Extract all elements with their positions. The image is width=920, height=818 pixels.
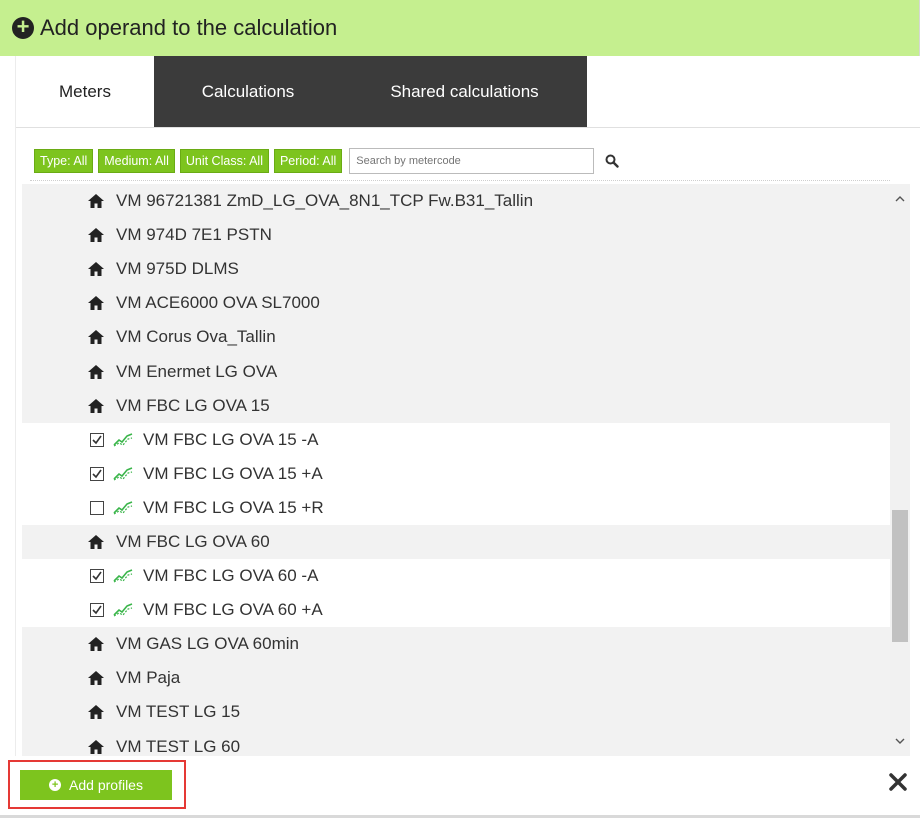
filter-bar: Type: All Medium: All Unit Class: All Pe… [34, 148, 620, 174]
profile-row[interactable]: VM FBC LG OVA 15 -A [22, 422, 890, 457]
meter-row[interactable]: VM GAS LG OVA 60min [22, 627, 890, 662]
meter-row[interactable]: VM FBC LG OVA 60 [22, 524, 890, 560]
meter-list: VM 96721381 ZmD_LG_OVA_8N1_TCP Fw.B31_Ta… [22, 184, 890, 756]
filter-type-button[interactable]: Type: All [34, 149, 94, 173]
scroll-up-icon[interactable] [890, 190, 910, 208]
meter-label: VM FBC LG OVA 60 [116, 531, 270, 551]
meter-label: VM Corus Ova_Tallin [116, 327, 276, 347]
home-icon [88, 296, 104, 311]
home-icon [88, 228, 104, 243]
profile-checkbox[interactable] [90, 569, 104, 584]
tab-divider [16, 127, 920, 128]
scroll-down-icon[interactable] [890, 732, 910, 750]
meter-label: VM Enermet LG OVA [116, 361, 278, 381]
meter-row[interactable]: VM Paja [22, 661, 890, 696]
add-operand-dialog: + Add operand to the calculation Meters … [0, 0, 920, 818]
trend-chart-icon [113, 501, 133, 515]
tab-bar: Meters Calculations Shared calculations [16, 56, 587, 127]
plus-circle-icon: + [49, 779, 62, 791]
tab-calculations[interactable]: Calculations [154, 56, 342, 127]
home-icon [88, 194, 104, 209]
meter-label: VM 974D 7E1 PSTN [116, 225, 272, 245]
meter-label: VM GAS LG OVA 60min [116, 634, 299, 654]
profile-label: VM FBC LG OVA 15 +R [143, 497, 324, 517]
tab-meters[interactable]: Meters [16, 56, 154, 127]
filter-medium-button[interactable]: Medium: All [98, 149, 175, 173]
close-icon[interactable] [886, 770, 910, 794]
home-icon [88, 534, 104, 549]
meter-row[interactable]: VM FBC LG OVA 15 [22, 388, 890, 423]
profile-label: VM FBC LG OVA 15 -A [143, 429, 319, 449]
profile-checkbox[interactable] [90, 603, 104, 618]
home-icon [88, 398, 104, 413]
meter-label: VM TEST LG 15 [116, 702, 241, 722]
add-profiles-highlight: + Add profiles [8, 760, 186, 809]
filter-unit-class-button[interactable]: Unit Class: All [179, 149, 269, 173]
profile-checkbox[interactable] [90, 466, 104, 481]
home-icon [88, 262, 104, 277]
search-input[interactable] [349, 148, 595, 174]
dialog-title: Add operand to the calculation [40, 15, 338, 40]
left-gutter [0, 56, 16, 756]
trend-chart-icon [113, 569, 133, 583]
meter-row[interactable]: VM ACE6000 OVA SL7000 [22, 286, 890, 321]
meter-label: VM Paja [116, 668, 181, 688]
tab-shared-calculations[interactable]: Shared calculations [342, 56, 587, 127]
add-profiles-button[interactable]: + Add profiles [20, 770, 172, 800]
plus-circle-icon: + [12, 16, 34, 39]
profile-label: VM FBC LG OVA 15 +A [143, 463, 323, 483]
meter-row[interactable]: VM Corus Ova_Tallin [22, 320, 890, 355]
home-icon [88, 705, 104, 720]
meter-label: VM ACE6000 OVA SL7000 [116, 293, 320, 313]
profile-label: VM FBC LG OVA 60 -A [143, 566, 319, 586]
profile-row[interactable]: VM FBC LG OVA 60 -A [22, 559, 890, 594]
meter-label: VM 96721381 ZmD_LG_OVA_8N1_TCP Fw.B31_Ta… [116, 191, 534, 211]
home-icon [88, 637, 104, 652]
home-icon [88, 671, 104, 686]
meter-row[interactable]: VM TEST LG 60 [22, 729, 890, 756]
meter-row[interactable]: VM Enermet LG OVA [22, 354, 890, 389]
scrollbar-thumb[interactable] [892, 510, 908, 642]
list-scrollbar[interactable] [890, 184, 910, 756]
meter-label: VM TEST LG 60 [116, 736, 241, 756]
profile-label: VM FBC LG OVA 60 +A [143, 600, 323, 620]
trend-chart-icon [113, 603, 133, 617]
profile-checkbox[interactable] [90, 432, 104, 447]
profile-row[interactable]: VM FBC LG OVA 60 +A [22, 593, 890, 628]
profile-row[interactable]: VM FBC LG OVA 15 +R [22, 490, 890, 525]
home-icon [88, 330, 104, 345]
meter-label: VM FBC LG OVA 15 [116, 395, 270, 415]
filter-divider [30, 180, 890, 181]
dialog-header: + Add operand to the calculation [0, 0, 920, 56]
profile-checkbox[interactable] [90, 500, 104, 515]
filter-period-button[interactable]: Period: All [273, 149, 343, 173]
add-profiles-label: Add profiles [69, 777, 143, 793]
home-icon [88, 739, 104, 754]
meter-row[interactable]: VM 974D 7E1 PSTN [22, 218, 890, 253]
meter-row[interactable]: VM 96721381 ZmD_LG_OVA_8N1_TCP Fw.B31_Ta… [22, 184, 890, 219]
meter-row[interactable]: VM 975D DLMS [22, 252, 890, 287]
profile-row[interactable]: VM FBC LG OVA 15 +A [22, 456, 890, 491]
meter-label: VM 975D DLMS [116, 259, 239, 279]
trend-chart-icon [113, 432, 133, 447]
search-icon[interactable] [604, 153, 620, 169]
home-icon [88, 364, 104, 379]
trend-chart-icon [113, 467, 133, 481]
meter-row[interactable]: VM TEST LG 15 [22, 695, 890, 730]
